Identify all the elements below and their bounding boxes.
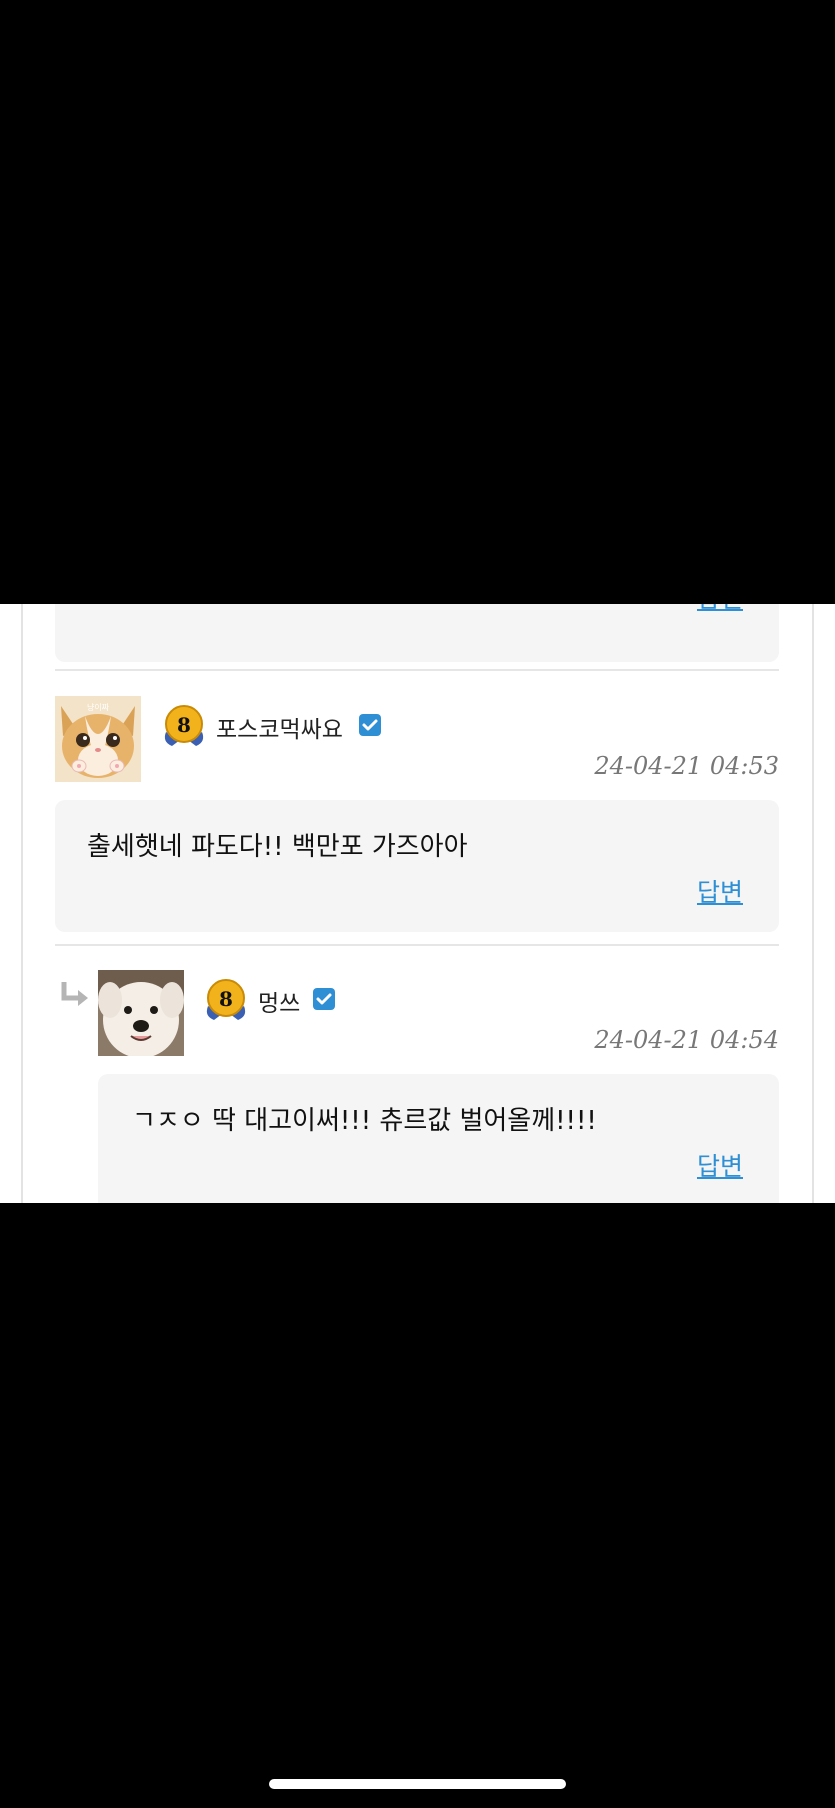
avatar[interactable] [98, 970, 184, 1056]
nickname[interactable]: 멍쓰 [258, 984, 300, 1018]
level-number: 8 [177, 713, 191, 737]
comment-box: 출세햇네 파도다!! 백만포 가즈아아 답변 [55, 800, 779, 932]
separator [55, 944, 779, 946]
separator [55, 669, 779, 671]
dog-avatar-image [98, 970, 184, 1056]
avatar-caption: 냥이짜 [87, 702, 110, 712]
verified-check-icon [313, 988, 335, 1010]
reply-button[interactable]: 답변 [697, 1147, 743, 1183]
avatar[interactable]: 냥이짜 [55, 696, 141, 782]
comment-text: 출세햇네 파도다!! 백만포 가즈아아 [87, 832, 468, 862]
reply-arrow-icon [60, 980, 92, 1010]
level-badge-icon: 8 [160, 702, 208, 750]
verified-check-icon [359, 714, 381, 736]
comment-list: 답변 냥이짜 8 포스코먹싸요 [0, 604, 835, 1203]
left-border [21, 604, 23, 1203]
reply-button[interactable]: 답변 [697, 873, 743, 909]
nickname[interactable]: 포스코먹싸요 [216, 710, 343, 744]
comment-date: 24-04-21 04:54 [594, 1026, 779, 1054]
comment-box: 답변 [55, 604, 779, 662]
level-badge-icon: 8 [202, 976, 250, 1024]
comment-date: 24-04-21 04:53 [594, 752, 779, 780]
right-border [812, 604, 814, 1203]
cat-avatar-image: 냥이짜 [55, 696, 141, 782]
level-number: 8 [219, 987, 233, 1011]
home-indicator[interactable] [269, 1779, 566, 1789]
comment-text: ㄱㅈㅇ 딱 대고이써!!! 츄르값 벌어올께!!!! [132, 1106, 597, 1136]
reply-button[interactable]: 답변 [697, 604, 743, 615]
comment-box: ㄱㅈㅇ 딱 대고이써!!! 츄르값 벌어올께!!!! 답변 [98, 1074, 779, 1203]
